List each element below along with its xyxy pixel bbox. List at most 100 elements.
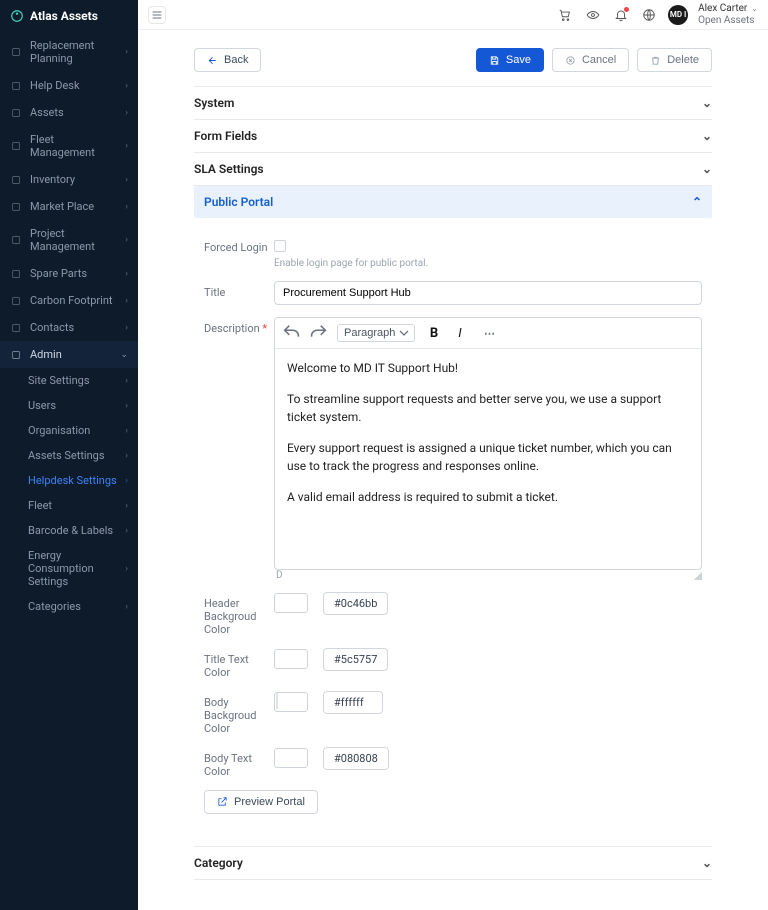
description-editor: Paragraph B I ⋯ Welcome to MD IT Support… <box>274 317 702 570</box>
header-bg-swatch[interactable] <box>274 593 308 613</box>
accordion-sla-label: SLA Settings <box>194 162 264 176</box>
sidebar-item-help-desk[interactable]: Help Desk› <box>0 72 138 99</box>
sidebar-item-inventory[interactable]: Inventory › <box>0 166 138 193</box>
sidebar-subitem-label: Barcode & Labels <box>28 524 113 537</box>
body-text-hex[interactable]: #080808 <box>323 747 389 770</box>
sidebar-subitem-users[interactable]: Users› <box>28 393 138 418</box>
chevron-right-icon: ⌄ <box>120 350 128 360</box>
back-button[interactable]: Back <box>194 48 261 72</box>
italic-button[interactable]: I <box>449 322 471 344</box>
sidebar-item-admin[interactable]: Admin⌄ <box>0 341 138 368</box>
sidebar-subitem-categories[interactable]: Categories› <box>28 594 138 619</box>
title-text-hex[interactable]: #5c5757 <box>323 648 388 671</box>
sidebar-subitem-fleet[interactable]: Fleet› <box>28 493 138 518</box>
sidebar-subitem-barcode-&-labels[interactable]: Barcode & Labels› <box>28 518 138 543</box>
chevron-right-icon: › <box>125 296 128 306</box>
truck-icon <box>10 140 22 152</box>
sidebar-item-project-management[interactable]: Project Management› <box>0 220 138 260</box>
sidebar-item-market-place[interactable]: Market Place› <box>0 193 138 220</box>
chevron-right-icon: › <box>125 47 128 57</box>
chevron-right-icon: › <box>125 564 128 574</box>
wrench-icon <box>10 268 22 280</box>
sidebar-subitem-label: Fleet <box>28 499 52 512</box>
sidebar-item-assets[interactable]: Assets› <box>0 99 138 126</box>
board-icon <box>10 234 22 246</box>
forced-login-checkbox[interactable] <box>274 240 286 252</box>
sidebar-subitem-energy-consumption-settings[interactable]: Energy Consumption Settings › <box>28 543 138 594</box>
title-input[interactable] <box>274 281 702 305</box>
sidebar-subitem-label: Users <box>28 399 56 412</box>
accordion-category[interactable]: Category ⌄ <box>194 846 712 880</box>
avatar[interactable]: MD I <box>668 5 688 25</box>
topbar: MD I Alex Carter ⌄ Open Assets <box>138 0 768 30</box>
sidebar-item-spare-parts[interactable]: Spare Parts› <box>0 260 138 287</box>
avatar-text: MD I <box>670 10 687 19</box>
more-button[interactable]: ⋯ <box>479 322 501 344</box>
desc-p3: Every support request is assigned a uniq… <box>287 439 689 476</box>
accordion-category-label: Category <box>194 856 243 870</box>
sidebar-subitem-label: Categories <box>28 600 81 613</box>
chevron-right-icon: › <box>125 451 128 461</box>
header-bg-hex[interactable]: #0c46bb <box>323 592 388 615</box>
chevron-down-icon: ⌄ <box>702 96 712 110</box>
editor-status-char: D <box>276 570 283 581</box>
sidebar-item-fleet-management[interactable]: Fleet Management › <box>0 126 138 166</box>
accordion-public-portal[interactable]: Public Portal ⌃ <box>194 186 712 218</box>
sidebar-item-replacement-planning[interactable]: Replacement Planning› <box>0 32 138 72</box>
chevron-right-icon: › <box>125 141 128 151</box>
bell-icon[interactable] <box>612 6 630 24</box>
globe-icon[interactable] <box>640 6 658 24</box>
repeat-icon <box>10 46 22 58</box>
sidebar-item-label: Fleet Management <box>30 133 117 159</box>
sidebar-subitem-site-settings[interactable]: Site Settings› <box>28 368 138 393</box>
sidebar-item-label: Carbon Footprint <box>30 294 113 307</box>
body-bg-hex[interactable]: #ffffff <box>323 691 383 714</box>
description-textarea[interactable]: Welcome to MD IT Support Hub! To streaml… <box>275 349 701 569</box>
user-menu[interactable]: Alex Carter ⌄ Open Assets <box>698 3 758 27</box>
body-text-swatch[interactable] <box>274 748 308 768</box>
chevron-right-icon: › <box>125 323 128 333</box>
desc-p2: To streamline support requests and bette… <box>287 390 689 427</box>
sidebar-item-contacts[interactable]: Contacts› <box>0 314 138 341</box>
box-icon <box>10 174 22 186</box>
undo-button[interactable] <box>281 322 303 344</box>
sidebar-subitem-assets-settings[interactable]: Assets Settings › <box>28 443 138 468</box>
title-text-swatch[interactable] <box>274 649 308 669</box>
forced-login-label: Forced Login <box>204 236 274 254</box>
sidebar-item-label: Help Desk <box>30 79 80 92</box>
accordion-form-fields[interactable]: Form Fields ⌄ <box>194 120 712 153</box>
sidebar-subitem-label: Organisation <box>28 424 90 437</box>
desc-p4: A valid email address is required to sub… <box>287 488 689 507</box>
delete-button[interactable]: Delete <box>637 48 712 72</box>
sidebar-item-label: Spare Parts <box>30 267 87 280</box>
user-name: Alex Carter <box>698 3 747 14</box>
chevron-down-icon: ⌄ <box>702 129 712 143</box>
sidebar-subitem-organisation[interactable]: Organisation› <box>28 418 138 443</box>
paragraph-style-select[interactable]: Paragraph <box>337 324 415 342</box>
sidebar-subitem-label: Energy Consumption Settings <box>28 549 117 588</box>
sidebar-item-label: Inventory <box>30 173 75 186</box>
accordion-sla[interactable]: SLA Settings ⌄ <box>194 153 712 186</box>
chevron-right-icon: › <box>125 235 128 245</box>
sidebar-subitem-label: Assets Settings <box>28 449 105 462</box>
chevron-down-icon: ⌄ <box>702 856 712 870</box>
cart-icon[interactable] <box>556 6 574 24</box>
save-button[interactable]: Save <box>476 48 544 72</box>
sidebar-subitem-helpdesk-settings[interactable]: Helpdesk Settings› <box>28 468 138 493</box>
public-portal-body: Forced Login Enable login page for publi… <box>194 218 712 832</box>
body-bg-swatch[interactable] <box>274 692 308 712</box>
app-logo[interactable]: Atlas Assets <box>0 0 138 32</box>
redo-button[interactable] <box>307 322 329 344</box>
menu-toggle[interactable] <box>148 6 166 24</box>
chevron-down-icon: ⌄ <box>702 162 712 176</box>
bold-button[interactable]: B <box>423 322 445 344</box>
preview-portal-button[interactable]: Preview Portal <box>204 790 318 814</box>
cancel-button[interactable]: Cancel <box>552 48 629 72</box>
save-label: Save <box>506 54 531 66</box>
eye-icon[interactable] <box>584 6 602 24</box>
accordion-system[interactable]: System ⌄ <box>194 87 712 120</box>
chevron-right-icon: › <box>125 175 128 185</box>
sidebar-item-carbon-footprint[interactable]: Carbon Footprint › <box>0 287 138 314</box>
accordion-form-fields-label: Form Fields <box>194 129 257 143</box>
accordion-public-portal-label: Public Portal <box>204 195 273 209</box>
